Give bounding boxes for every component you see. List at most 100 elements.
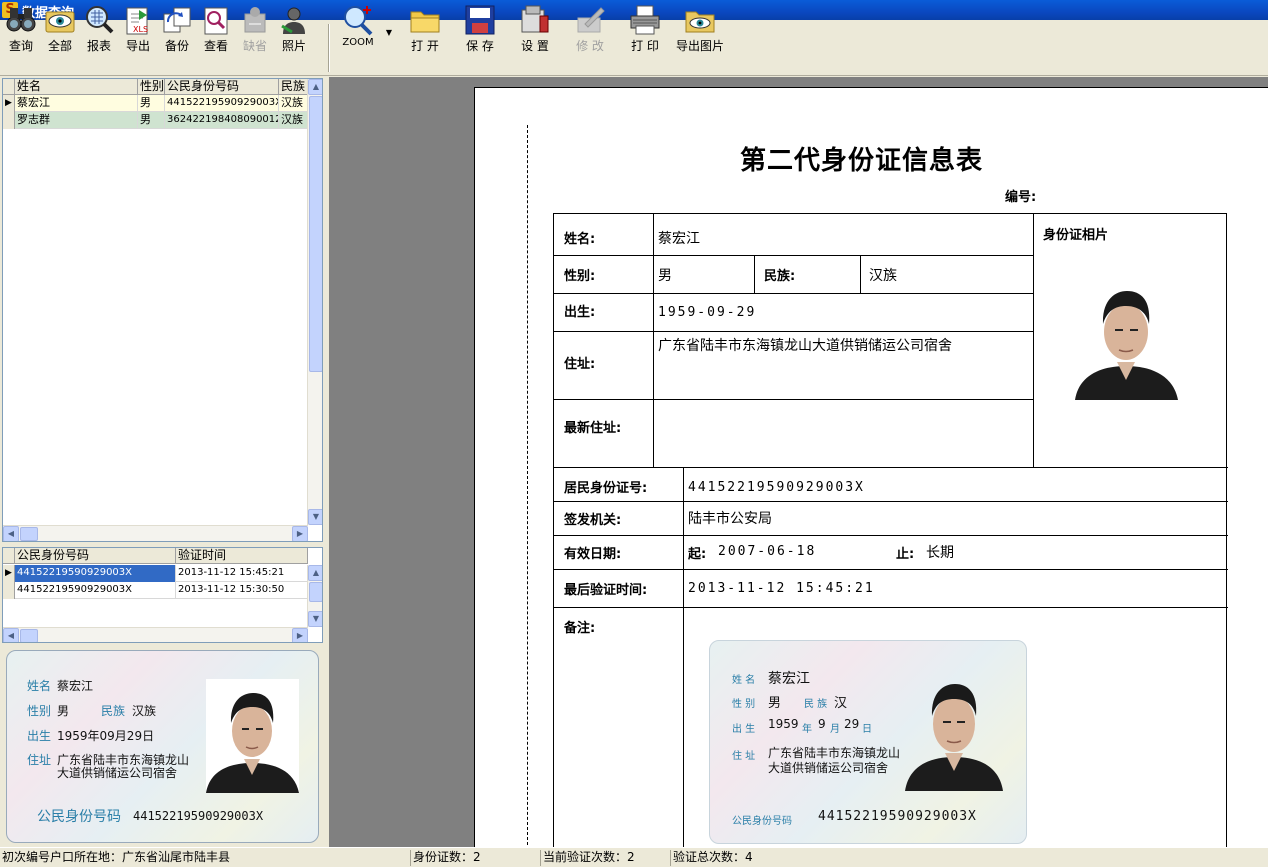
form-valid-to-label: 止: (896, 547, 915, 562)
cell-id-number: 44152219590929003X (15, 565, 176, 582)
printer-icon (630, 5, 660, 35)
table-row[interactable]: ▶ 44152219590929003X 2013-11-12 15:45:21 (3, 565, 308, 582)
show-all-button[interactable]: 全部 (41, 4, 79, 54)
card-gender-value: 男 (57, 704, 70, 718)
report-label: 报表 (86, 39, 111, 53)
dropdown-arrow-icon: ▼ (385, 28, 393, 37)
scroll-down-arrow-icon[interactable]: ▼ (308, 509, 322, 525)
table-row[interactable]: ▶ 蔡宏江 男 44152219590929003X 汉族 (3, 95, 308, 112)
query-button[interactable]: 查询 (2, 4, 40, 54)
status-total-verify: 验证总次数：4 (670, 850, 810, 866)
current-row-arrow-icon: ▶ (3, 95, 15, 112)
form-birth-value: 1959-09-29 (658, 305, 757, 320)
form-address-label: 住址: (564, 357, 596, 372)
photo-label: 照片 (281, 39, 306, 53)
remark-address-label: 住 址 (732, 751, 756, 762)
cell-name: 蔡宏江 (15, 95, 138, 112)
table-row[interactable]: 44152219590929003X 2013-11-12 15:30:50 (3, 582, 308, 599)
export-image-button[interactable]: 导出图片 (676, 4, 724, 54)
verify-grid: 公民身份号码 验证时间 ▶ 44152219590929003X 2013-11… (2, 547, 323, 643)
open-label: 打 开 (411, 39, 439, 53)
report-number-label: 编号: (1005, 190, 1037, 205)
query-label: 查询 (8, 39, 33, 53)
cell-ethnic: 汉族 (279, 95, 308, 112)
scroll-left-arrow-icon[interactable]: ◀ (3, 526, 19, 541)
header-id-number[interactable]: 公民身份号码 (15, 548, 176, 564)
verify-grid-vscrollbar[interactable]: ▲ ▼ (307, 565, 322, 627)
settings-label: 设 置 (521, 39, 549, 53)
form-valid-from-label: 起: (688, 547, 707, 562)
backup-button[interactable]: 备份 (158, 4, 196, 54)
form-address-value: 广东省陆丰市东海镇龙山大道供销储运公司宿舍 (658, 338, 952, 354)
table-row[interactable]: 罗志群 男 362422198408090012 汉族 (3, 112, 308, 129)
scroll-right-arrow-icon[interactable]: ▶ (292, 526, 308, 541)
zoom-button[interactable]: ZOOM (337, 4, 379, 54)
card-birth-value: 1959年09月29日 (57, 729, 155, 743)
remark-address-line2: 大道供销储运公司宿舍 (768, 761, 889, 775)
form-validity-label: 有效日期: (564, 547, 622, 562)
binding-margin-line (527, 125, 528, 845)
scroll-thumb[interactable] (309, 582, 322, 602)
save-label: 保 存 (466, 39, 494, 53)
remark-year-label: 年 (802, 724, 812, 735)
view-doc-icon (204, 7, 228, 35)
header-name[interactable]: 姓名 (15, 79, 138, 95)
card-portrait-photo (206, 679, 299, 793)
card-birth-label: 出生 (27, 729, 52, 743)
card-id-label: 公民身份号码 (37, 809, 121, 825)
settings-button[interactable]: 设 置 (514, 4, 556, 54)
scroll-up-arrow-icon[interactable]: ▲ (308, 79, 322, 95)
header-verify-time[interactable]: 验证时间 (176, 548, 308, 564)
remark-month-label: 月 (830, 724, 840, 735)
remark-birth-year: 1959 (768, 717, 799, 731)
form-photo-label: 身份证相片 (1043, 228, 1109, 243)
scroll-left-arrow-icon[interactable]: ◀ (3, 628, 19, 642)
header-ethnic[interactable]: 民族 (279, 79, 308, 95)
export-image-icon (685, 11, 715, 33)
verify-grid-header: 公民身份号码 验证时间 (3, 548, 308, 564)
scroll-up-arrow-icon[interactable]: ▲ (308, 565, 322, 581)
open-button[interactable]: 打 开 (404, 4, 446, 54)
photo-button[interactable]: 照片 (275, 4, 313, 54)
print-button[interactable]: 打 印 (624, 4, 666, 54)
remark-ethnic-value: 汉 (834, 696, 848, 711)
export-button[interactable]: XLS 导出 (119, 4, 157, 54)
scroll-thumb[interactable] (20, 629, 38, 642)
scroll-thumb[interactable] (309, 96, 322, 372)
remark-birth-month: 9 (818, 717, 826, 731)
magnifier-grid-icon (86, 6, 114, 34)
default-button[interactable]: 缺省 (236, 4, 274, 54)
header-gender[interactable]: 性别 (138, 79, 165, 95)
save-button[interactable]: 保 存 (459, 4, 501, 54)
form-valid-from-value: 2007-06-18 (718, 544, 817, 559)
scroll-down-arrow-icon[interactable]: ▼ (308, 611, 322, 627)
form-name-value: 蔡宏江 (658, 231, 700, 247)
people-grid-vscrollbar[interactable]: ▲ ▼ (307, 79, 322, 525)
form-gender-label: 性别: (564, 269, 596, 284)
people-grid-hscrollbar[interactable]: ◀ ▶ (3, 525, 308, 541)
scroll-right-arrow-icon[interactable]: ▶ (292, 628, 308, 642)
remark-name-value: 蔡宏江 (768, 671, 810, 687)
scroll-thumb[interactable] (20, 527, 38, 541)
report-form-table: 姓名: 蔡宏江 性别: 男 民族: 汉族 出生: 1959-09-29 住址: … (553, 213, 1228, 854)
card-id-value: 44152219590929003X (133, 809, 264, 823)
svg-text:XLS: XLS (133, 25, 148, 34)
report-title: 第二代身份证信息表 (740, 146, 984, 176)
backup-label: 备份 (164, 39, 189, 53)
people-grid: 姓名 性别 公民身份号码 民族 ▶ 蔡宏江 男 4415221959092900… (2, 78, 323, 542)
default-icon (244, 7, 266, 33)
edit-button[interactable]: 修 改 (569, 4, 611, 54)
remark-gender-value: 男 (768, 696, 782, 711)
card-name-label: 姓名 (27, 679, 52, 693)
card-ethnic-value: 汉族 (132, 704, 157, 718)
status-origin: 初次编号户口所在地：广东省汕尾市陆丰县 (2, 850, 231, 864)
view-button[interactable]: 查看 (197, 4, 235, 54)
cell-verify-time: 2013-11-12 15:30:50 (176, 582, 308, 599)
header-id-number[interactable]: 公民身份号码 (165, 79, 279, 95)
form-authority-label: 签发机关: (564, 513, 622, 528)
report-button[interactable]: 报表 (80, 4, 118, 54)
zoom-dropdown-button[interactable]: ▼ (384, 24, 394, 74)
edit-icon (577, 7, 605, 33)
remark-gender-label: 性 别 (732, 699, 756, 710)
verify-grid-hscrollbar[interactable]: ◀ ▶ (3, 627, 308, 642)
